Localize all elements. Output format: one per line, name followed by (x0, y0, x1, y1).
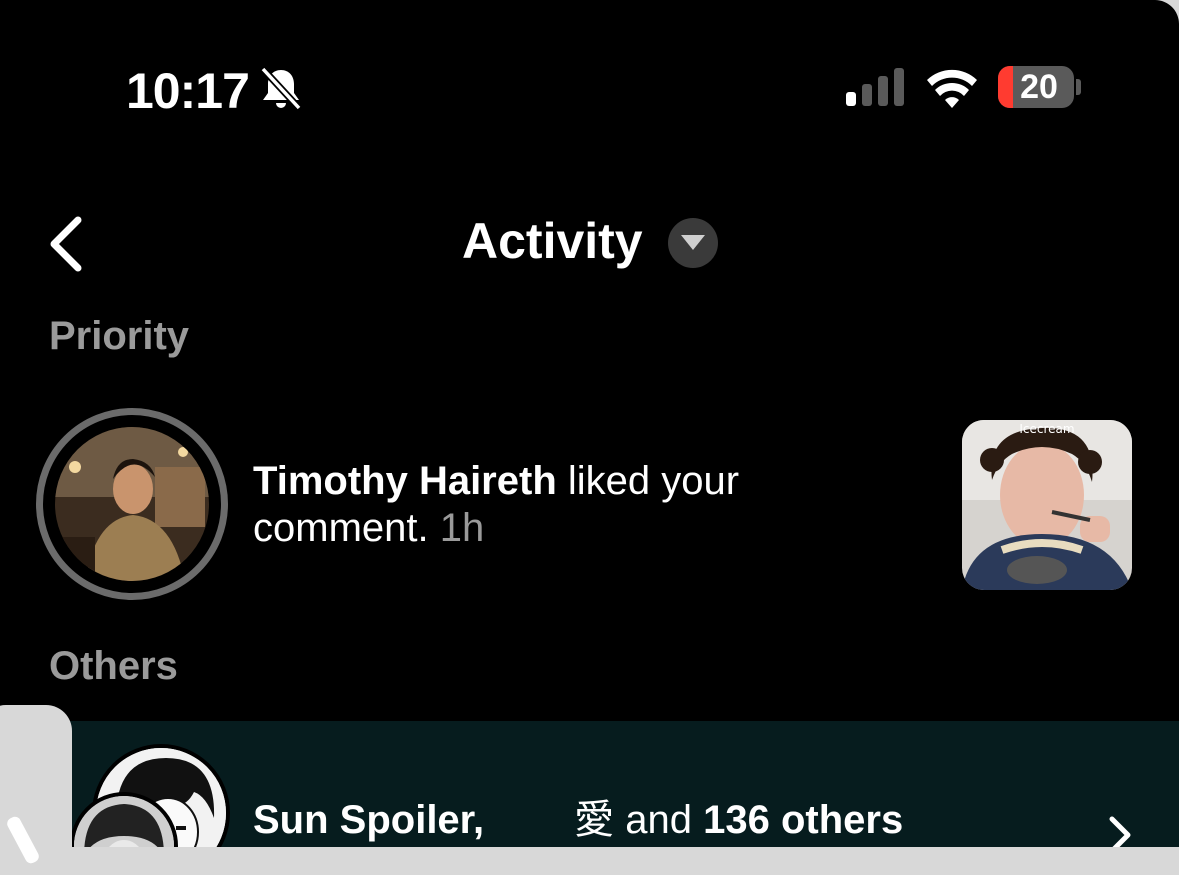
wifi-icon (927, 69, 977, 108)
side-handle[interactable] (0, 705, 72, 875)
signal-icon (846, 68, 904, 106)
notification-username[interactable]: Timothy Haireth (253, 459, 557, 503)
battery-icon: 20 (998, 66, 1082, 110)
notification-count: 136 others (703, 798, 904, 842)
notification-username[interactable]: 愛 (574, 798, 614, 842)
chevron-left-icon[interactable] (44, 214, 88, 274)
others-notification-text[interactable]: Sun Spoiler, 愛 and 136 others (253, 787, 903, 845)
post-thumbnail[interactable]: Icecream (962, 420, 1132, 590)
activity-filter-dropdown[interactable] (668, 218, 718, 268)
status-time: 10:17 (126, 63, 250, 119)
section-title-others: Others (49, 644, 178, 688)
priority-notification-text[interactable]: Timothy Haireth liked your comment. 1h (253, 458, 893, 552)
notification-time: 1h (428, 506, 485, 550)
chevron-right-icon[interactable] (1106, 815, 1134, 847)
notification-username[interactable]: Sun Spoiler, (253, 798, 484, 842)
page-title: Activity (462, 213, 643, 269)
avatar (55, 427, 209, 581)
thumbnail-caption: Icecream (1019, 422, 1075, 436)
battery-level: 20 (1020, 68, 1058, 106)
avatar-story-ring[interactable] (36, 408, 228, 600)
notification-joiner: and (614, 798, 704, 842)
bell-slash-icon (260, 66, 302, 110)
activity-screen: 10:17 20 Activity Priority Timothy Haire… (0, 0, 1179, 847)
caret-down-icon (681, 235, 705, 250)
section-title-priority: Priority (49, 314, 190, 358)
